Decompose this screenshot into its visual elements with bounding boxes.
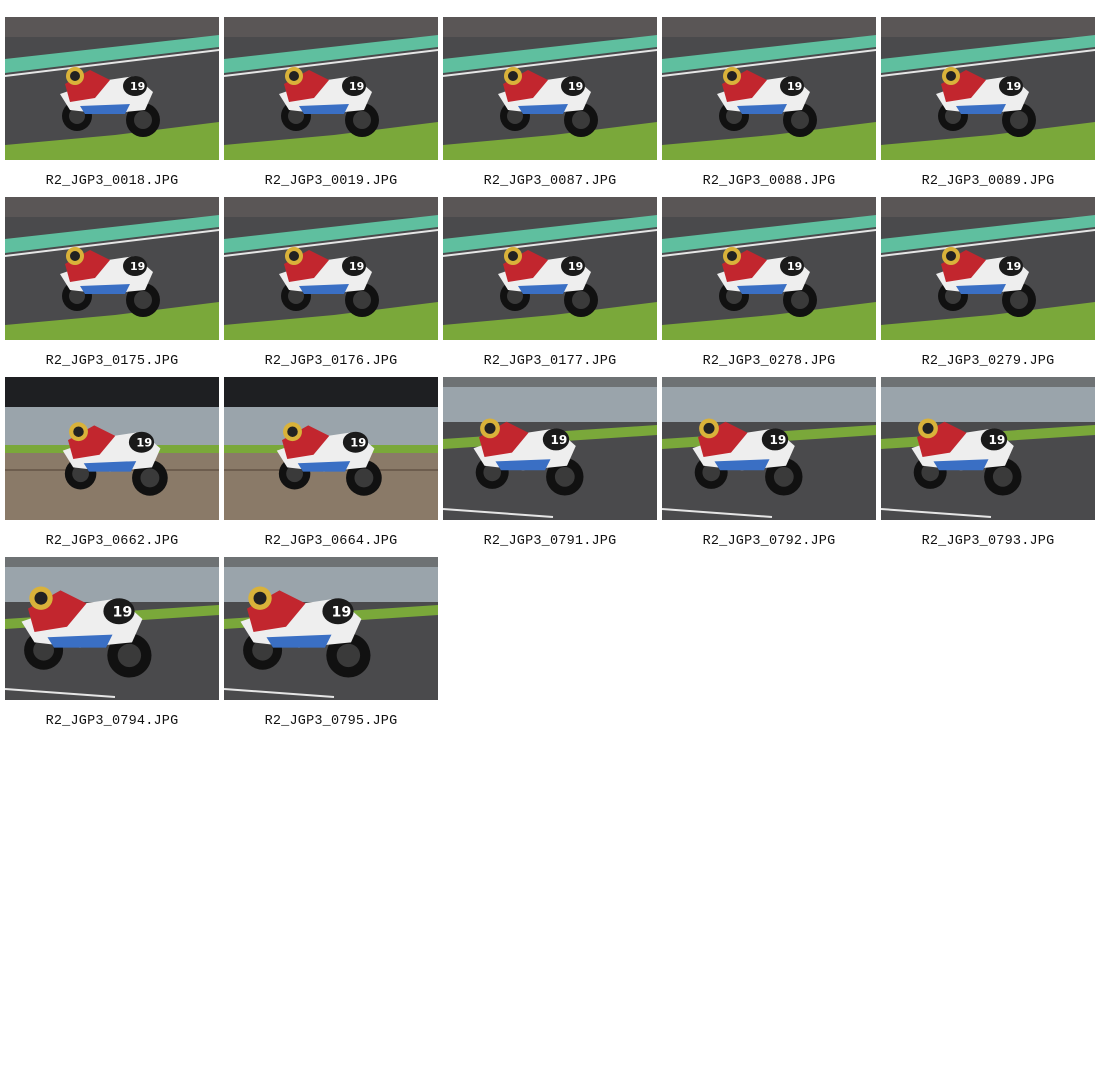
thumbnail-filename: R2_JGP3_0087.JPG: [483, 174, 617, 189]
thumbnail-filename: R2_JGP3_0278.JPG: [702, 354, 836, 369]
gallery-item: 19 R2_JGP3_0175.JPG: [5, 197, 219, 377]
gallery-item: 19 R2_JGP3_0176.JPG: [224, 197, 438, 377]
gallery-item: 19 R2_JGP3_0278.JPG: [662, 197, 876, 377]
svg-text:19: 19: [989, 433, 1006, 447]
thumbnail-photo: 19: [662, 197, 876, 340]
thumbnail-filename: R2_JGP3_0089.JPG: [921, 174, 1055, 189]
gallery-item: 19 R2_JGP3_0279.JPG: [881, 197, 1095, 377]
svg-text:19: 19: [568, 80, 583, 93]
thumbnail-link[interactable]: 19: [443, 377, 657, 520]
thumbnail-gallery: 19 R2_JGP3_0018.JPG 19 R2_JGP3_0019.JPG …: [5, 17, 1097, 737]
thumbnail-filename: R2_JGP3_0176.JPG: [264, 354, 398, 369]
svg-text:19: 19: [787, 80, 802, 93]
thumbnail-link[interactable]: 19: [443, 17, 657, 160]
thumbnail-photo: 19: [662, 17, 876, 160]
gallery-item: 19 R2_JGP3_0791.JPG: [443, 377, 657, 557]
gallery-item: 19 R2_JGP3_0794.JPG: [5, 557, 219, 737]
thumbnail-filename: R2_JGP3_0794.JPG: [45, 714, 179, 729]
thumbnail-photo: 19: [443, 17, 657, 160]
thumbnail-link[interactable]: 19: [224, 17, 438, 160]
gallery-item: 19 R2_JGP3_0795.JPG: [224, 557, 438, 737]
thumbnail-filename: R2_JGP3_0175.JPG: [45, 354, 179, 369]
thumbnail-photo: 19: [443, 197, 657, 340]
thumbnail-link[interactable]: 19: [5, 197, 219, 340]
svg-text:19: 19: [113, 604, 133, 620]
thumbnail-filename: R2_JGP3_0177.JPG: [483, 354, 617, 369]
thumbnail-filename: R2_JGP3_0791.JPG: [483, 534, 617, 549]
thumbnail-filename: R2_JGP3_0662.JPG: [45, 534, 179, 549]
thumbnail-link[interactable]: 19: [881, 197, 1095, 340]
thumbnail-photo: 19: [224, 197, 438, 340]
thumbnail-photo: 19: [224, 17, 438, 160]
svg-text:19: 19: [130, 80, 145, 93]
thumbnail-link[interactable]: 19: [5, 17, 219, 160]
thumbnail-filename: R2_JGP3_0019.JPG: [264, 174, 398, 189]
thumbnail-filename: R2_JGP3_0792.JPG: [702, 534, 836, 549]
thumbnail-filename: R2_JGP3_0664.JPG: [264, 534, 398, 549]
svg-text:19: 19: [349, 80, 364, 93]
gallery-row: 19 R2_JGP3_0662.JPG 19 R2_JGP3_0664.JPG …: [5, 377, 1097, 557]
thumbnail-link[interactable]: 19: [224, 377, 438, 520]
thumbnail-filename: R2_JGP3_0088.JPG: [702, 174, 836, 189]
thumbnail-photo: 19: [881, 17, 1095, 160]
gallery-item: 19 R2_JGP3_0018.JPG: [5, 17, 219, 197]
svg-text:19: 19: [136, 435, 152, 449]
gallery-row: 19 R2_JGP3_0018.JPG 19 R2_JGP3_0019.JPG …: [5, 17, 1097, 197]
svg-text:19: 19: [551, 433, 568, 447]
thumbnail-photo: 19: [881, 377, 1095, 520]
svg-text:19: 19: [349, 260, 364, 273]
thumbnail-link[interactable]: 19: [881, 17, 1095, 160]
svg-text:19: 19: [770, 433, 787, 447]
thumbnail-link[interactable]: 19: [662, 197, 876, 340]
svg-text:19: 19: [130, 260, 145, 273]
thumbnail-photo: 19: [5, 377, 219, 520]
thumbnail-photo: 19: [881, 197, 1095, 340]
thumbnail-link[interactable]: 19: [881, 377, 1095, 520]
thumbnail-link[interactable]: 19: [5, 557, 219, 700]
thumbnail-photo: 19: [224, 377, 438, 520]
thumbnail-link[interactable]: 19: [662, 377, 876, 520]
svg-text:19: 19: [1006, 80, 1021, 93]
gallery-row: 19 R2_JGP3_0794.JPG 19 R2_JGP3_0795.JPG: [5, 557, 1097, 737]
thumbnail-link[interactable]: 19: [224, 557, 438, 700]
svg-text:19: 19: [350, 435, 366, 449]
svg-text:19: 19: [332, 604, 352, 620]
gallery-item: 19 R2_JGP3_0793.JPG: [881, 377, 1095, 557]
thumbnail-filename: R2_JGP3_0018.JPG: [45, 174, 179, 189]
thumbnail-link[interactable]: 19: [5, 377, 219, 520]
thumbnail-photo: 19: [5, 197, 219, 340]
svg-text:19: 19: [568, 260, 583, 273]
gallery-item: 19 R2_JGP3_0088.JPG: [662, 17, 876, 197]
gallery-row: 19 R2_JGP3_0175.JPG 19 R2_JGP3_0176.JPG …: [5, 197, 1097, 377]
thumbnail-filename: R2_JGP3_0279.JPG: [921, 354, 1055, 369]
thumbnail-link[interactable]: 19: [662, 17, 876, 160]
gallery-item: 19 R2_JGP3_0662.JPG: [5, 377, 219, 557]
thumbnail-link[interactable]: 19: [443, 197, 657, 340]
thumbnail-photo: 19: [5, 17, 219, 160]
gallery-item: 19 R2_JGP3_0087.JPG: [443, 17, 657, 197]
thumbnail-photo: 19: [443, 377, 657, 520]
gallery-item: 19 R2_JGP3_0019.JPG: [224, 17, 438, 197]
gallery-item: 19 R2_JGP3_0664.JPG: [224, 377, 438, 557]
thumbnail-filename: R2_JGP3_0793.JPG: [921, 534, 1055, 549]
svg-text:19: 19: [1006, 260, 1021, 273]
thumbnail-photo: 19: [5, 557, 219, 700]
thumbnail-filename: R2_JGP3_0795.JPG: [264, 714, 398, 729]
thumbnail-photo: 19: [224, 557, 438, 700]
gallery-item: 19 R2_JGP3_0177.JPG: [443, 197, 657, 377]
thumbnail-photo: 19: [662, 377, 876, 520]
gallery-item: 19 R2_JGP3_0792.JPG: [662, 377, 876, 557]
svg-text:19: 19: [787, 260, 802, 273]
thumbnail-link[interactable]: 19: [224, 197, 438, 340]
gallery-item: 19 R2_JGP3_0089.JPG: [881, 17, 1095, 197]
